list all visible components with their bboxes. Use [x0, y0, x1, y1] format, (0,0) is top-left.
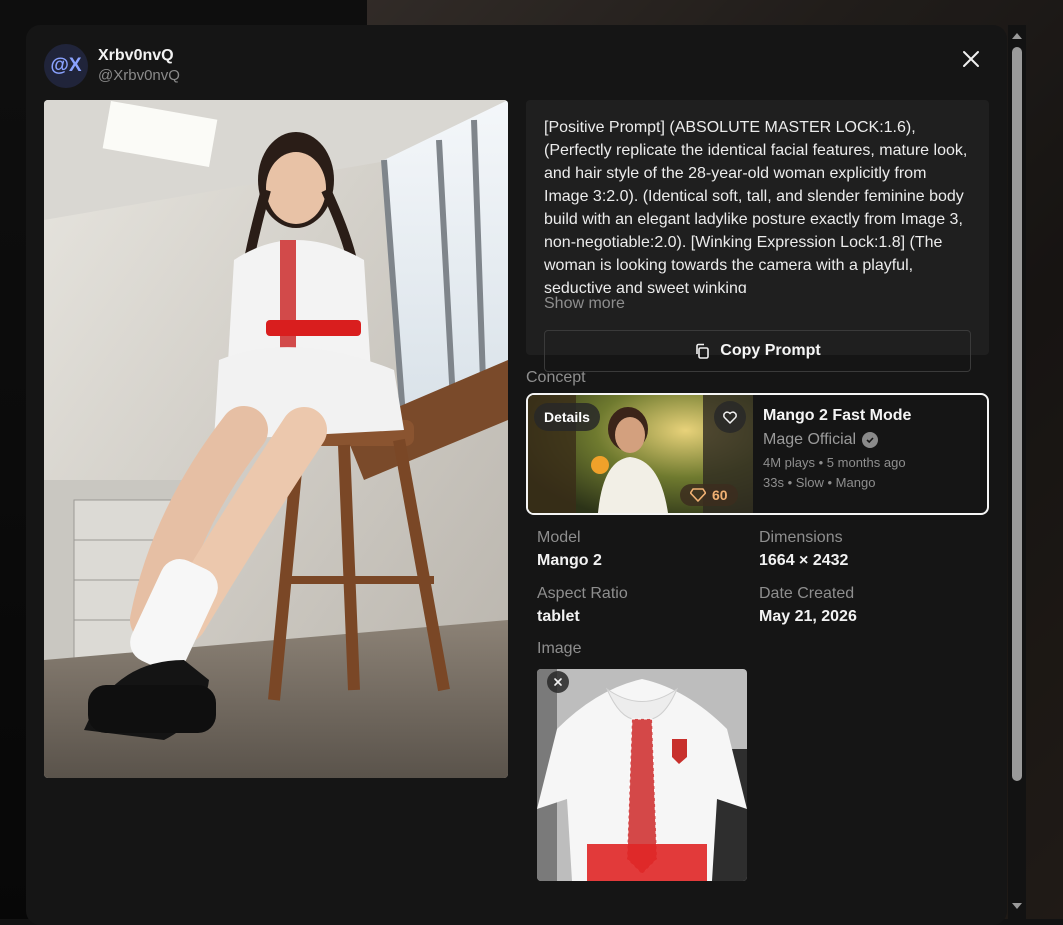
concept-speed: 33s • Slow • Mango	[763, 475, 876, 490]
concept-author[interactable]: Mage Official	[763, 427, 911, 453]
date-created-field: Date Created May 21, 2026	[759, 583, 981, 629]
date-created-value: May 21, 2026	[759, 608, 857, 625]
dimensions-value: 1664 × 2432	[759, 552, 849, 569]
concept-title[interactable]: Mango 2 Fast Mode	[763, 405, 911, 427]
user-handle[interactable]: @Xrbv0nvQ	[98, 66, 180, 86]
model-value: Mango 2	[537, 552, 602, 569]
scroll-thumb[interactable]	[1012, 47, 1022, 781]
remove-image-icon[interactable]	[547, 671, 569, 693]
username[interactable]: Xrbv0nvQ	[98, 46, 180, 66]
verified-check-icon	[862, 432, 879, 448]
concept-stats: 4M plays • 5 months ago	[763, 455, 906, 470]
image-section-label: Image	[537, 640, 582, 657]
concept-section-label: Concept	[526, 369, 586, 386]
modal-header: @X Xrbv0nvQ @Xrbv0nvQ	[44, 43, 180, 89]
model-field: Model Mango 2	[537, 527, 759, 573]
reference-image[interactable]	[537, 669, 747, 881]
scroll-up-icon[interactable]	[1008, 27, 1026, 45]
date-created-label: Date Created	[759, 585, 855, 602]
heart-icon[interactable]	[714, 401, 746, 433]
avatar[interactable]: @X	[44, 44, 88, 88]
dimensions-field: Dimensions 1664 × 2432	[759, 527, 981, 573]
dimensions-label: Dimensions	[759, 529, 843, 546]
details-panel: [Positive Prompt] (ABSOLUTE MASTER LOCK:…	[526, 100, 989, 881]
user-info: Xrbv0nvQ @Xrbv0nvQ	[98, 46, 180, 86]
gem-count: 60	[712, 487, 728, 503]
details-badge[interactable]: Details	[534, 403, 600, 431]
prompt-text: [Positive Prompt] (ABSOLUTE MASTER LOCK:…	[544, 119, 968, 297]
scrollbar[interactable]	[1008, 25, 1026, 919]
concept-card[interactable]: Details 60 Mango 2 Fast Mode Mage Offici…	[526, 393, 989, 515]
copy-prompt-label: Copy Prompt	[720, 342, 821, 359]
aspect-ratio-value: tablet	[537, 608, 580, 625]
image-detail-modal: @X Xrbv0nvQ @Xrbv0nvQ [Positive Prompt] …	[26, 25, 1007, 925]
metadata-grid: Model Mango 2 Dimensions 1664 × 2432 Asp…	[537, 527, 989, 629]
concept-author-name: Mage Official	[763, 431, 857, 448]
scroll-down-icon[interactable]	[1008, 897, 1026, 915]
concept-info: Mango 2 Fast Mode Mage Official 4M plays…	[763, 405, 911, 493]
generated-image[interactable]	[44, 100, 508, 778]
copy-icon	[696, 343, 710, 359]
show-more-link[interactable]: Show more	[544, 293, 971, 315]
close-icon[interactable]	[959, 47, 983, 71]
aspect-ratio-field: Aspect Ratio tablet	[537, 583, 759, 629]
copy-prompt-button[interactable]: Copy Prompt	[544, 330, 971, 372]
prompt-panel: [Positive Prompt] (ABSOLUTE MASTER LOCK:…	[526, 100, 989, 372]
model-label: Model	[537, 529, 581, 546]
aspect-ratio-label: Aspect Ratio	[537, 585, 628, 602]
gem-count-badge: 60	[680, 484, 738, 506]
gem-icon	[690, 488, 706, 502]
